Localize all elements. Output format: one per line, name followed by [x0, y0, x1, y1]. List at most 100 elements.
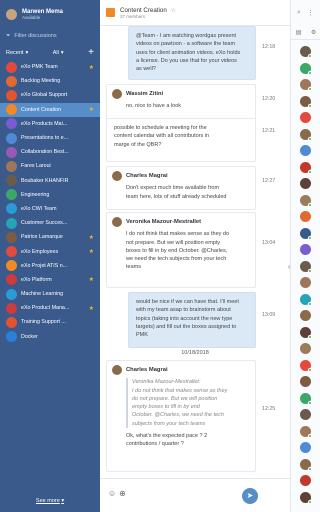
participant-avatar[interactable] [300, 227, 312, 240]
sidebar-room[interactable]: Content Creation ★ [0, 102, 100, 117]
star-icon[interactable]: ★ [89, 248, 94, 255]
participant-avatar[interactable] [300, 260, 312, 273]
room-label: Fares Laroui [21, 163, 51, 170]
participant-avatar[interactable] [300, 244, 311, 255]
date-separator: 10/18/2018 [181, 350, 209, 356]
smiley-icon[interactable]: ☺ [108, 489, 116, 498]
sidebar-room[interactable]: eXo Employees ★ [0, 244, 100, 258]
sidebar-room[interactable]: eXo Global Support [0, 88, 100, 102]
sidebar-room[interactable]: Boubaker KHANFIR [0, 174, 100, 188]
star-icon[interactable]: ★ [89, 234, 94, 241]
add-room-icon[interactable]: + [88, 48, 94, 58]
room-label: Backlog Meeting [21, 78, 61, 85]
sidebar-room[interactable]: eXo Product Mana... ★ [0, 301, 100, 315]
sidebar-room[interactable]: Customer Succes... [0, 216, 100, 230]
sidebar-room[interactable]: Presentations to e... [0, 131, 100, 145]
message-bubble[interactable]: @Team - I am watching wordgas present vid… [128, 26, 256, 80]
see-more-link[interactable]: See more ▾ [0, 494, 100, 512]
room-label: Boubaker KHANFIR [21, 177, 69, 184]
room-label: Training Support ... [21, 319, 66, 326]
sidebar-room[interactable]: eXo Projet ATIS n... [0, 259, 100, 273]
participant-avatar[interactable] [300, 343, 311, 354]
message-bubble[interactable]: Wassim Zitini no. nice to have a look [106, 84, 256, 120]
collapse-icon[interactable]: ‹ [288, 264, 290, 271]
message-author[interactable]: Veronika Mazour-Mestrallet [126, 218, 248, 226]
star-icon[interactable]: ★ [89, 276, 94, 283]
message-bubble[interactable]: Veronika Mazour-Mestrallet I do not think… [106, 212, 256, 288]
participant-avatar[interactable] [300, 425, 312, 438]
participant-avatar[interactable] [300, 442, 311, 453]
participant-avatar[interactable] [300, 211, 311, 222]
filter-discussions[interactable]: ⏷ Filter discussions [0, 29, 100, 43]
star-icon[interactable]: ★ [89, 64, 94, 71]
message-bubble[interactable]: Charles Magrai Don't expect much time ava… [106, 166, 256, 210]
sidebar-room[interactable]: Docker [0, 330, 100, 344]
participant-avatar[interactable] [300, 128, 312, 141]
room-label: Customer Succes... [21, 220, 68, 227]
participant-avatar[interactable] [300, 409, 311, 420]
avatar[interactable] [112, 365, 122, 375]
participant-avatar[interactable] [300, 79, 312, 91]
avatar[interactable] [112, 89, 122, 99]
participant-avatar[interactable] [300, 491, 312, 504]
search-icon[interactable]: ⌕ [297, 9, 301, 17]
participant-avatar[interactable] [300, 326, 312, 339]
room-label: eXo PMK Team [21, 64, 58, 71]
participant-avatar[interactable] [300, 293, 312, 306]
participant-avatar[interactable] [300, 95, 312, 108]
quote-line: October. @Charles, we need the tech [132, 412, 224, 419]
participant-avatar[interactable] [300, 194, 312, 207]
participant-avatar[interactable] [300, 62, 312, 75]
message-bubble[interactable]: Charles Magrai Veronika Mazour-Mestrallet… [106, 360, 256, 472]
sidebar-room[interactable]: Backlog Meeting [0, 74, 100, 88]
star-icon[interactable]: ★ [89, 106, 94, 113]
message-bubble[interactable]: would be nice if we can have that. I'll … [128, 292, 256, 348]
message-author[interactable]: Charles Magrai [126, 366, 248, 374]
participant-avatar[interactable] [300, 458, 312, 471]
send-button[interactable]: ➤ [242, 488, 258, 504]
filter-icon[interactable]: ▤ [296, 29, 302, 36]
sidebar-room[interactable]: Engineering [0, 188, 100, 202]
chat-app: Marwen Mema Available ⏷ Filter discussio… [0, 0, 320, 512]
message-bubble[interactable]: possible to schedule a meeting for the co… [106, 118, 256, 162]
more-icon[interactable]: ⋮ [307, 9, 314, 17]
participant-avatar[interactable] [300, 277, 311, 288]
sidebar-room[interactable]: eXo Platform ★ [0, 273, 100, 287]
participant-avatar[interactable] [300, 376, 311, 387]
sidebar-room[interactable]: Fares Laroui [0, 159, 100, 173]
avatar[interactable] [112, 217, 122, 227]
star-icon[interactable]: ★ [89, 305, 94, 312]
avatar[interactable] [112, 171, 122, 181]
participant-avatar[interactable] [300, 310, 311, 321]
participant-avatar[interactable] [300, 112, 311, 123]
sidebar-room[interactable]: Patrice Lamarque ★ [0, 230, 100, 244]
message-composer[interactable]: ☺ ⊕ ➤ [100, 478, 290, 512]
plus-circle-icon[interactable]: ⊕ [119, 489, 126, 498]
settings-icon[interactable]: ⚙ [311, 29, 316, 36]
room-label: eXo Product Mana... [21, 305, 70, 312]
sidebar-room[interactable]: eXo CWI Team [0, 202, 100, 216]
participant-avatar[interactable] [300, 178, 311, 189]
participant-avatar[interactable] [300, 161, 312, 174]
type-filter[interactable]: All ▾ [53, 50, 64, 56]
message-author[interactable]: Charles Magrai [126, 172, 248, 180]
participant-avatar[interactable] [300, 392, 312, 405]
sidebar-room[interactable]: eXo Products Mai... [0, 117, 100, 131]
room-avatar [6, 203, 17, 215]
sidebar-room[interactable]: Machine Learning [0, 287, 100, 301]
recent-selector[interactable]: Recent ▾ [6, 50, 28, 56]
message-text: targets) and fill out the boxes assigned… [136, 323, 237, 330]
message-time: 13:09 [262, 312, 276, 318]
message-author[interactable]: Wassim Zitini [126, 90, 248, 98]
sidebar-room[interactable]: eXo PMK Team ★ [0, 60, 100, 74]
star-icon[interactable]: ☆ [171, 8, 176, 14]
sidebar-room[interactable]: Training Support ... [0, 315, 100, 329]
participant-avatar[interactable] [300, 475, 311, 486]
participant-avatar[interactable] [300, 359, 312, 372]
room-label: Machine Learning [21, 291, 64, 298]
participant-avatar[interactable] [300, 145, 311, 156]
participant-avatar[interactable] [300, 46, 312, 58]
user-profile[interactable]: Marwen Mema Available [0, 0, 100, 28]
sidebar-room[interactable]: Collaboration Best... [0, 145, 100, 159]
message-text: topics (taking into account the new type [136, 315, 233, 322]
